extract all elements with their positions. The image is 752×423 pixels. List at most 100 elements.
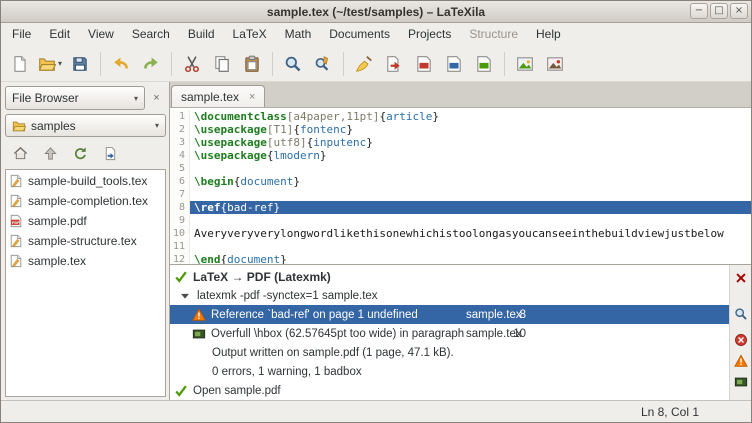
redo-button[interactable] <box>137 50 165 78</box>
editor-line-9[interactable]: 9 <box>170 214 751 227</box>
minimize-button[interactable]: − <box>690 3 708 19</box>
convert-dvi-pdf-button[interactable] <box>440 50 468 78</box>
close-side-panel-button[interactable]: × <box>147 89 166 108</box>
file-item[interactable]: sample.tex <box>6 251 165 271</box>
menu-help[interactable]: Help <box>527 23 570 46</box>
build-row-4[interactable]: Overfull \hbox (62.57645pt too wide) in … <box>170 324 729 343</box>
view-dvi-button[interactable] <box>511 50 539 78</box>
build-row-1[interactable]: LaTeX → PDF (Latexmk) <box>170 267 729 286</box>
show-warnings-button[interactable] <box>732 352 750 370</box>
jump-to-document-button[interactable] <box>97 142 124 164</box>
build-message: Open sample.pdf <box>193 385 281 397</box>
show-badboxes-button[interactable] <box>732 373 750 391</box>
close-button[interactable]: × <box>730 3 748 19</box>
parent-directory-button[interactable] <box>37 142 64 164</box>
line-code: Averyveryverylongwordlikethisonewhichist… <box>190 227 751 240</box>
line-code: \documentclass[a4paper,11pt]{article} <box>190 110 751 123</box>
menu-file[interactable]: File <box>3 23 40 46</box>
menu-search[interactable]: Search <box>123 23 179 46</box>
search-replace-button[interactable] <box>309 50 337 78</box>
undo-icon <box>112 55 130 73</box>
clean-build-files-button[interactable] <box>350 50 378 78</box>
editor-line-8[interactable]: 8\ref{bad-ref} <box>170 201 751 214</box>
window-controls: −□× <box>690 3 748 19</box>
build-row-5[interactable]: Output written on sample.pdf (1 page, 47… <box>170 343 729 362</box>
cut-button[interactable] <box>178 50 206 78</box>
badbox-icon <box>734 375 748 389</box>
refresh-button[interactable] <box>67 142 94 164</box>
titlebar[interactable]: sample.tex (~/test/samples) – LaTeXila −… <box>1 1 751 23</box>
editor-line-6[interactable]: 6\begin{document} <box>170 175 751 188</box>
file-item[interactable]: sample-build_tools.tex <box>6 171 165 191</box>
source-editor[interactable]: 1\documentclass[a4paper,11pt]{article}2\… <box>170 108 751 264</box>
line-number[interactable]: 12 <box>170 253 190 264</box>
menu-structure[interactable]: Structure <box>460 23 527 46</box>
error-icon <box>734 333 748 347</box>
line-number[interactable]: 1 <box>170 110 190 123</box>
editor-line-12[interactable]: 12\end{document} <box>170 253 751 264</box>
redo-icon <box>142 55 160 73</box>
editor-line-10[interactable]: 10Averyveryverylongwordlikethisonewhichi… <box>170 227 751 240</box>
editor-line-5[interactable]: 5 <box>170 162 751 175</box>
line-code <box>190 162 751 175</box>
save-button[interactable] <box>66 50 94 78</box>
tab-label: sample.tex <box>181 90 239 104</box>
line-number[interactable]: 4 <box>170 149 190 162</box>
undo-button[interactable] <box>107 50 135 78</box>
line-number[interactable]: 3 <box>170 136 190 149</box>
menu-latex[interactable]: LaTeX <box>224 23 276 46</box>
tab-close-icon[interactable]: × <box>249 91 255 103</box>
editor-line-7[interactable]: 7 <box>170 188 751 201</box>
paste-button[interactable] <box>238 50 266 78</box>
file-name: sample-completion.tex <box>28 194 148 208</box>
menu-view[interactable]: View <box>79 23 123 46</box>
copy-button[interactable] <box>208 50 236 78</box>
show-errors-button[interactable] <box>732 331 750 349</box>
open-file-button[interactable]: ▾ <box>36 50 64 78</box>
compile-latexmk-button[interactable] <box>380 50 408 78</box>
directory-combo[interactable]: samples ▾ <box>5 114 166 137</box>
build-row-6[interactable]: 0 errors, 1 warning, 1 badbox <box>170 362 729 381</box>
menu-projects[interactable]: Projects <box>399 23 460 46</box>
close-build-view-button[interactable] <box>732 269 750 287</box>
tab-sample-tex[interactable]: sample.tex × <box>171 85 265 107</box>
editor-line-2[interactable]: 2\usepackage[T1]{fontenc} <box>170 123 751 136</box>
compile-latex-button[interactable] <box>410 50 438 78</box>
menu-build[interactable]: Build <box>179 23 224 46</box>
editor-line-3[interactable]: 3\usepackage[utf8]{inputenc} <box>170 136 751 149</box>
line-number[interactable]: 7 <box>170 188 190 201</box>
new-doc-icon <box>11 55 29 73</box>
line-number[interactable]: 9 <box>170 214 190 227</box>
editor-line-4[interactable]: 4\usepackage{lmodern} <box>170 149 751 162</box>
new-file-button[interactable] <box>6 50 34 78</box>
file-name: sample.pdf <box>28 214 87 228</box>
line-number[interactable]: 8 <box>170 201 190 214</box>
menu-edit[interactable]: Edit <box>40 23 79 46</box>
line-number[interactable]: 6 <box>170 175 190 188</box>
maximize-button[interactable]: □ <box>710 3 728 19</box>
home-button[interactable] <box>7 142 34 164</box>
editor-line-1[interactable]: 1\documentclass[a4paper,11pt]{article} <box>170 110 751 123</box>
line-number[interactable]: 5 <box>170 162 190 175</box>
build-message-line: 10 <box>508 328 526 340</box>
build-row-3[interactable]: Reference `bad-ref' on page 1 undefineds… <box>170 305 729 324</box>
build-row-7[interactable]: Open sample.pdf <box>170 381 729 400</box>
search-button[interactable] <box>279 50 307 78</box>
file-item[interactable]: PDFsample.pdf <box>6 211 165 231</box>
menu-math[interactable]: Math <box>276 23 321 46</box>
file-name: sample-structure.tex <box>28 234 137 248</box>
menu-documents[interactable]: Documents <box>320 23 399 46</box>
line-number[interactable]: 10 <box>170 227 190 240</box>
directory-label: samples <box>31 119 76 133</box>
line-number[interactable]: 2 <box>170 123 190 136</box>
line-number[interactable]: 11 <box>170 240 190 253</box>
show-details-button[interactable] <box>732 305 750 323</box>
convert-dvi-ps-button[interactable] <box>470 50 498 78</box>
file-item[interactable]: sample-completion.tex <box>6 191 165 211</box>
line-code: \usepackage[T1]{fontenc} <box>190 123 751 136</box>
view-pdf-button[interactable] <box>541 50 569 78</box>
file-item[interactable]: sample-structure.tex <box>6 231 165 251</box>
side-panel-selector-combo[interactable]: File Browser ▾ <box>5 86 145 110</box>
editor-line-11[interactable]: 11 <box>170 240 751 253</box>
build-row-2[interactable]: latexmk -pdf -synctex=1 sample.tex <box>170 286 729 305</box>
